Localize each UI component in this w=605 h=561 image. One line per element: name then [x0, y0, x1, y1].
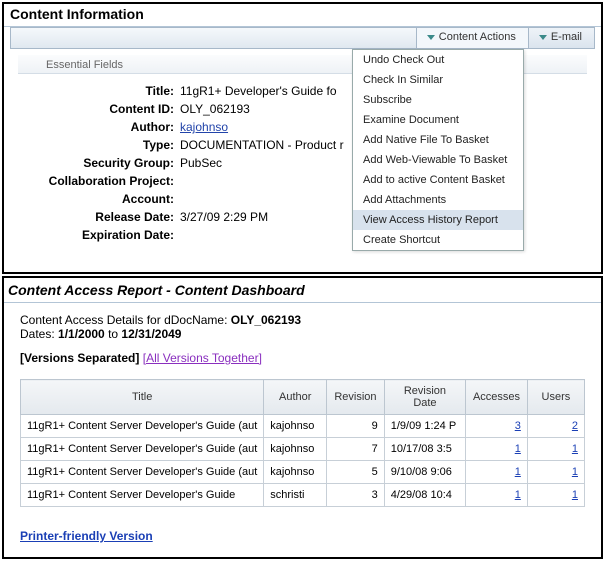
access-report-panel: Content Access Report - Content Dashboar…: [2, 276, 603, 559]
field-label: Author:: [20, 120, 180, 134]
field-label: Release Date:: [20, 210, 180, 224]
users-link[interactable]: 1: [572, 443, 578, 455]
access-report-title: Content Access Report - Content Dashboar…: [4, 278, 601, 303]
date-to: 12/31/2049: [121, 327, 181, 341]
col-users[interactable]: Users: [527, 380, 584, 415]
cell-author: kajohnso: [264, 438, 327, 461]
dropdown-item[interactable]: Create Shortcut: [353, 230, 523, 250]
cell-title: 11gR1+ Content Server Developer's Guide …: [21, 438, 264, 461]
all-versions-together-link[interactable]: [All Versions Together]: [143, 351, 262, 365]
cell-revision-date: 9/10/08 9:06: [384, 461, 465, 484]
content-toolbar: Content Actions E-mail Undo Check OutChe…: [10, 27, 595, 49]
cell-revision-date: 10/17/08 3:5: [384, 438, 465, 461]
cell-author: schristi: [264, 484, 327, 507]
field-label: Collaboration Project:: [20, 174, 180, 188]
content-actions-label: Content Actions: [439, 31, 516, 43]
users-link[interactable]: 1: [572, 466, 578, 478]
email-menu-label: E-mail: [551, 31, 582, 43]
cell-users: 1: [527, 438, 584, 461]
dropdown-item[interactable]: Add Native File To Basket: [353, 130, 523, 150]
dropdown-item[interactable]: Add Web-Viewable To Basket: [353, 150, 523, 170]
author-link[interactable]: kajohnso: [180, 120, 228, 134]
cell-accesses: 1: [466, 461, 528, 484]
cell-title: 11gR1+ Content Server Developer's Guide …: [21, 461, 264, 484]
menu-section: Content Actions E-mail: [416, 28, 594, 48]
col-title[interactable]: Title: [21, 380, 264, 415]
cell-revision: 7: [327, 438, 385, 461]
cell-revision: 3: [327, 484, 385, 507]
accesses-link[interactable]: 1: [515, 443, 521, 455]
col-accesses[interactable]: Accesses: [466, 380, 528, 415]
date-from: 1/1/2000: [58, 327, 105, 341]
users-link[interactable]: 2: [572, 420, 578, 432]
accesses-link[interactable]: 3: [515, 420, 521, 432]
users-link[interactable]: 1: [572, 489, 578, 501]
field-label: Expiration Date:: [20, 228, 180, 242]
chevron-down-icon: [427, 35, 435, 40]
cell-users: 2: [527, 415, 584, 438]
field-value-release-date: 3/27/09 2:29 PM: [180, 210, 268, 224]
dates-label: Dates:: [20, 327, 58, 341]
table-row: 11gR1+ Content Server Developer's Guides…: [21, 484, 585, 507]
cell-author: kajohnso: [264, 415, 327, 438]
cell-title: 11gR1+ Content Server Developer's Guide …: [21, 415, 264, 438]
dropdown-item[interactable]: View Access History Report: [353, 210, 523, 230]
content-info-panel: Content Information Content Actions E-ma…: [2, 2, 603, 274]
cell-accesses: 1: [466, 438, 528, 461]
dropdown-item[interactable]: Undo Check Out: [353, 50, 523, 70]
dropdown-item[interactable]: Examine Document: [353, 110, 523, 130]
field-label: Security Group:: [20, 156, 180, 170]
cell-users: 1: [527, 461, 584, 484]
dates-to-word: to: [105, 327, 122, 341]
cell-revision: 5: [327, 461, 385, 484]
col-revision-date[interactable]: Revision Date: [384, 380, 465, 415]
report-meta: Content Access Details for dDocName: OLY…: [20, 313, 585, 341]
versions-line: [Versions Separated] [All Versions Toget…: [20, 351, 585, 365]
table-header-row: Title Author Revision Revision Date Acce…: [21, 380, 585, 415]
content-actions-menu[interactable]: Content Actions: [416, 28, 528, 48]
printer-friendly-link[interactable]: Printer-friendly Version: [20, 529, 585, 543]
field-label: Content ID:: [20, 102, 180, 116]
field-value-title: 11gR1+ Developer's Guide fo: [180, 84, 337, 98]
meta-prefix: Content Access Details for dDocName:: [20, 313, 231, 327]
dropdown-item[interactable]: Subscribe: [353, 90, 523, 110]
report-body: Content Access Details for dDocName: OLY…: [4, 303, 601, 557]
dropdown-item[interactable]: Add to active Content Basket: [353, 170, 523, 190]
field-value-type: DOCUMENTATION - Product r: [180, 138, 344, 152]
table-row: 11gR1+ Content Server Developer's Guide …: [21, 438, 585, 461]
field-label: Type:: [20, 138, 180, 152]
field-label: Title:: [20, 84, 180, 98]
cell-revision-date: 1/9/09 1:24 P: [384, 415, 465, 438]
chevron-down-icon: [539, 35, 547, 40]
col-author[interactable]: Author: [264, 380, 327, 415]
cell-title: 11gR1+ Content Server Developer's Guide: [21, 484, 264, 507]
table-row: 11gR1+ Content Server Developer's Guide …: [21, 415, 585, 438]
cell-accesses: 3: [466, 415, 528, 438]
cell-revision: 9: [327, 415, 385, 438]
cell-users: 1: [527, 484, 584, 507]
accesses-link[interactable]: 1: [515, 466, 521, 478]
cell-revision-date: 4/29/08 10:4: [384, 484, 465, 507]
dropdown-item[interactable]: Check In Similar: [353, 70, 523, 90]
field-label: Account:: [20, 192, 180, 206]
meta-docname: OLY_062193: [231, 313, 301, 327]
cell-author: kajohnso: [264, 461, 327, 484]
dropdown-item[interactable]: Add Attachments: [353, 190, 523, 210]
email-menu[interactable]: E-mail: [528, 28, 594, 48]
content-info-title: Content Information: [4, 4, 601, 27]
accesses-link[interactable]: 1: [515, 489, 521, 501]
cell-accesses: 1: [466, 484, 528, 507]
access-table: Title Author Revision Revision Date Acce…: [20, 379, 585, 507]
table-row: 11gR1+ Content Server Developer's Guide …: [21, 461, 585, 484]
versions-separated-label: [Versions Separated]: [20, 351, 139, 365]
content-actions-dropdown: Undo Check OutCheck In SimilarSubscribeE…: [352, 49, 524, 251]
field-value-content-id: OLY_062193: [180, 102, 250, 116]
field-value-security-group: PubSec: [180, 156, 222, 170]
col-revision[interactable]: Revision: [327, 380, 385, 415]
